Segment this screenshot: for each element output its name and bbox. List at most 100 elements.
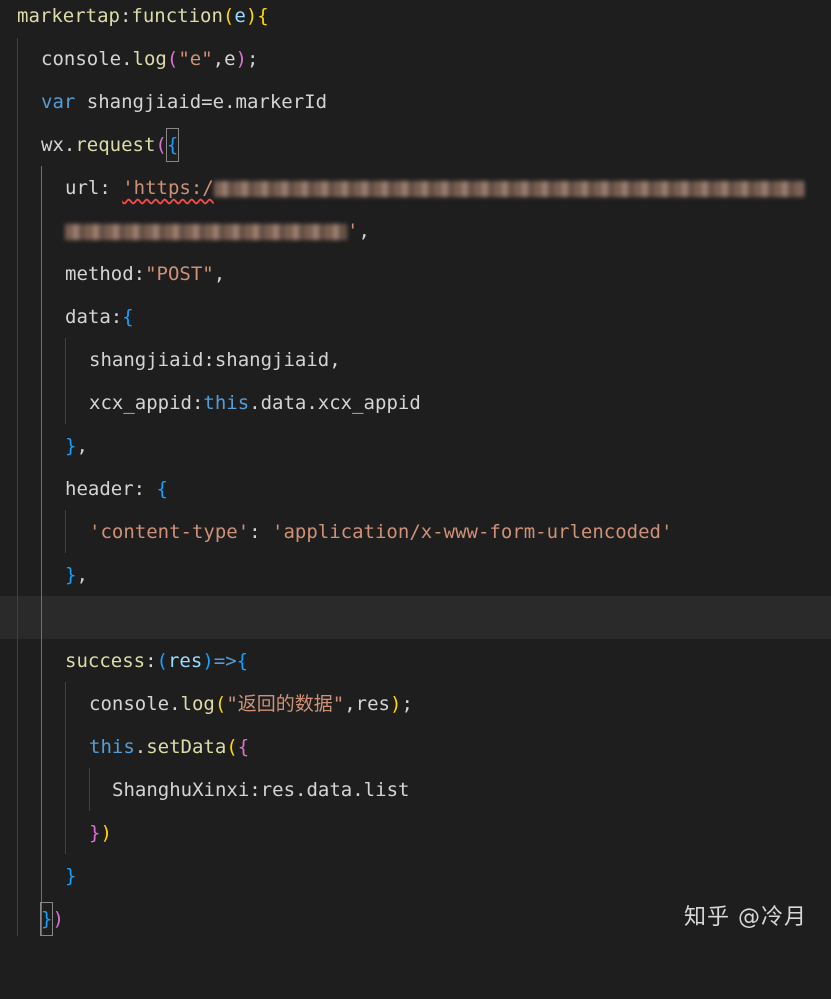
punct: : — [191, 392, 204, 414]
paren: ) — [245, 5, 258, 27]
code-line-11[interactable]: }, — [0, 430, 88, 473]
string-end: ' — [347, 220, 359, 242]
brace: { — [165, 128, 180, 162]
brace: } — [65, 865, 77, 887]
method: request — [75, 134, 156, 156]
code-line-12[interactable]: header: { — [0, 473, 168, 516]
indent-guide — [65, 510, 66, 553]
punct: : — [249, 779, 261, 801]
code-line-1[interactable]: markertap:function(e){ — [0, 0, 269, 43]
arg: e — [224, 48, 236, 70]
code-line-9[interactable]: shangjiaid:shangjiaid, — [0, 344, 341, 387]
indent-guide — [65, 338, 66, 424]
punct: ; — [401, 693, 413, 715]
paren: ( — [214, 693, 227, 715]
code-line-18[interactable]: this.setData({ — [0, 731, 249, 774]
paren: ( — [226, 736, 238, 758]
code-line-19[interactable]: ShanghuXinxi:res.data.list — [0, 774, 409, 817]
watermark-text: 知乎 @冷月 — [684, 905, 807, 930]
punct: . — [63, 134, 76, 156]
paren: ( — [156, 650, 168, 672]
punct: : — [133, 263, 146, 285]
arg: res — [355, 693, 390, 715]
indent-guide — [65, 682, 66, 854]
paren: ) — [389, 693, 402, 715]
punct: ; — [247, 48, 259, 70]
paren: ) — [202, 650, 214, 672]
property-key: xcx_appid — [89, 392, 192, 414]
method: log — [132, 48, 167, 70]
property-key: success — [65, 650, 146, 672]
punct: , — [329, 349, 341, 371]
code-line-3[interactable]: var shangjiaid=e.markerId — [0, 86, 327, 129]
brace: { — [156, 478, 168, 500]
punct: , — [212, 48, 225, 70]
punct: : — [249, 521, 273, 543]
brace: } — [39, 902, 54, 936]
code-line-22[interactable]: }) — [0, 902, 64, 946]
property-key: data — [65, 306, 111, 328]
property-key: url — [65, 177, 100, 199]
paren: ( — [222, 5, 235, 27]
variable: shangjiaid — [75, 91, 202, 113]
current-line-highlight — [0, 596, 831, 639]
code-line-5[interactable]: url: 'https:/ — [0, 172, 804, 215]
code-line-7[interactable]: method:"POST", — [0, 258, 225, 301]
keyword: var — [41, 91, 76, 113]
brace: { — [257, 5, 269, 27]
code-line-14[interactable]: }, — [0, 559, 88, 602]
function-keyword: function — [131, 5, 223, 27]
punct: : — [133, 478, 157, 500]
punct: : — [119, 5, 132, 27]
object: console — [89, 693, 170, 715]
string: "返回的数据" — [226, 693, 345, 715]
brace: } — [89, 822, 101, 844]
code-line-13[interactable]: 'content-type': 'application/x-www-form-… — [0, 516, 672, 559]
code-line-17[interactable]: console.log("返回的数据",res); — [0, 688, 413, 731]
arrow: => — [213, 650, 237, 672]
indent-guide — [89, 768, 90, 811]
punct: . — [169, 693, 181, 715]
redacted-url — [65, 223, 347, 240]
url-string: 'https:/ — [122, 177, 214, 199]
value: shangjiaid — [214, 349, 330, 371]
property-key: method — [65, 263, 134, 285]
code-line-2[interactable]: console.log("e",e); — [0, 43, 258, 86]
punct: : — [110, 306, 123, 328]
brace: } — [65, 435, 77, 457]
code-line-8[interactable]: data:{ — [0, 301, 134, 344]
code-editor[interactable]: markertap:function(e){ console.log("e",e… — [0, 0, 831, 951]
code-line-20[interactable]: }) — [0, 817, 112, 860]
code-line-16[interactable]: success:(res)=>{ — [0, 645, 248, 688]
brace: { — [122, 306, 134, 328]
paren: ) — [235, 48, 247, 70]
code-line-6[interactable]: ', — [0, 215, 370, 258]
param: e — [234, 5, 246, 27]
code-line-10[interactable]: xcx_appid:this.data.xcx_appid — [0, 387, 421, 430]
string-key: 'content-type' — [89, 521, 250, 543]
punct: , — [76, 564, 88, 586]
object: wx — [41, 134, 64, 156]
property-key: shangjiaid — [89, 349, 204, 371]
punct: . — [134, 736, 147, 758]
this-keyword: this — [203, 392, 250, 414]
punct: = — [201, 91, 213, 113]
code-line-21[interactable]: } — [0, 860, 76, 903]
param: res — [167, 650, 203, 672]
method: log — [180, 693, 215, 715]
punct: : — [99, 177, 123, 199]
punct: : — [203, 349, 215, 371]
function-name: markertap — [17, 5, 120, 27]
brace: { — [237, 736, 250, 758]
punct: , — [213, 263, 226, 285]
redacted-url — [213, 180, 804, 197]
code-line-4[interactable]: wx.request({ — [0, 128, 180, 172]
brace: { — [236, 650, 249, 672]
paren: ) — [100, 822, 112, 844]
punct: , — [358, 220, 370, 242]
expression: e.markerId — [212, 91, 328, 113]
paren: ( — [166, 48, 179, 70]
property-key: header — [65, 478, 134, 500]
this-keyword: this — [89, 736, 135, 758]
string: 'application/x-www-form-urlencoded' — [272, 521, 673, 543]
